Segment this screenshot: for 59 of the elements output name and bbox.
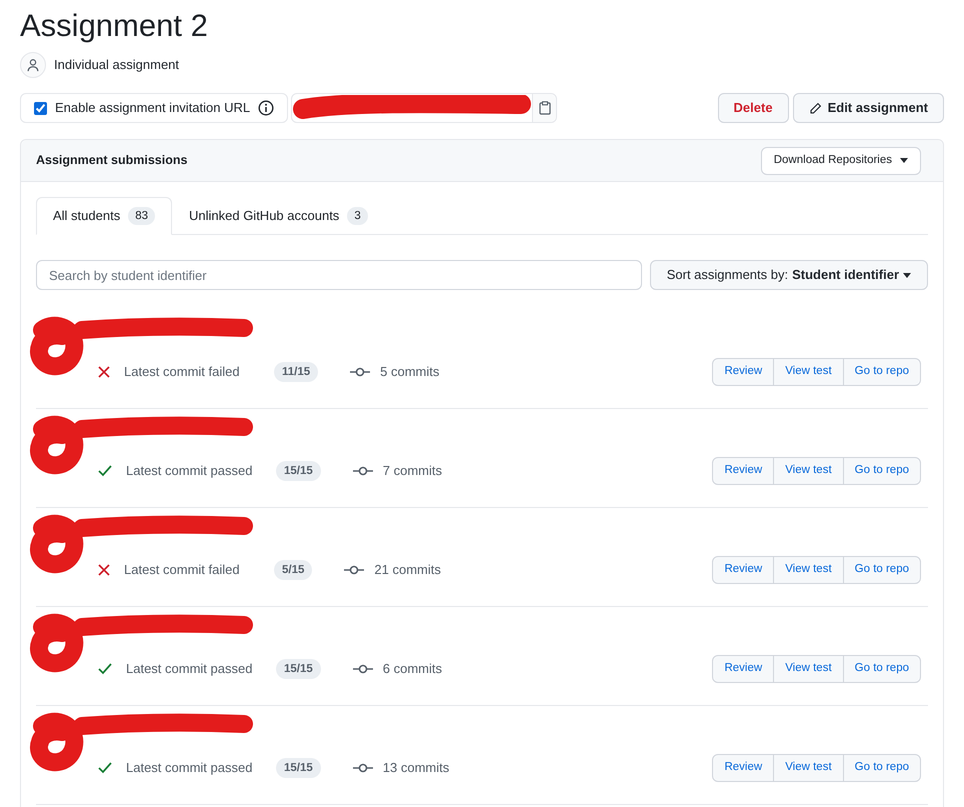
row-action-button[interactable]: Go to repo <box>842 755 920 781</box>
tab[interactable]: All students 83 <box>36 197 172 235</box>
info-icon[interactable] <box>258 100 274 116</box>
commit-status: Latest commit passed <box>126 660 254 678</box>
score-badge: 15/15 <box>276 461 321 481</box>
caret-icon <box>903 272 911 278</box>
score-badge: 15/15 <box>276 659 321 679</box>
row-action-button[interactable]: Review <box>713 755 774 781</box>
commit-status: Latest commit passed <box>126 759 254 778</box>
row-action-button[interactable]: Go to repo <box>842 359 920 385</box>
commit-status: Latest commit passed <box>126 462 254 480</box>
row-action-button[interactable]: View test <box>773 755 843 781</box>
commit-icon <box>352 664 373 674</box>
row-action-button[interactable]: View test <box>773 656 843 682</box>
tab-label: Unlinked GitHub accounts <box>189 207 340 226</box>
assignment-type: Individual assignment <box>54 56 180 74</box>
commit-count: 13 commits <box>382 759 450 778</box>
caret-icon <box>900 158 908 163</box>
score-badge: 15/15 <box>276 758 321 778</box>
row-action-button[interactable]: Go to repo <box>842 656 920 682</box>
tab[interactable]: Unlinked GitHub accounts 3 <box>172 197 385 235</box>
score-badge: 5/15 <box>274 560 312 580</box>
panel-title: Assignment submissions <box>36 152 188 170</box>
commit-count: 6 commits <box>382 660 442 678</box>
row-action-button[interactable]: Review <box>713 458 774 484</box>
pencil-icon <box>808 102 822 114</box>
commit-icon <box>344 565 364 575</box>
row-action-button[interactable]: View test <box>773 458 843 484</box>
delete-button[interactable]: Delete <box>718 93 789 123</box>
edit-button[interactable]: Edit assignment <box>792 93 944 123</box>
sort-button[interactable]: Sort assignments by: Student identifier <box>650 260 928 290</box>
row-action-button[interactable]: Review <box>713 557 774 583</box>
invitation-checkbox[interactable] <box>34 102 47 114</box>
page-title: Assignment 2 <box>20 8 209 44</box>
commit-icon <box>350 367 370 377</box>
count-badge: 3 <box>347 207 368 225</box>
url-field[interactable] <box>291 93 558 123</box>
commit-count: 5 commits <box>380 363 440 382</box>
row-action-button[interactable]: Review <box>713 656 774 682</box>
row-action-button[interactable]: View test <box>773 557 843 583</box>
commit-icon <box>352 763 373 773</box>
copy-button[interactable] <box>532 94 556 122</box>
commit-status: Latest commit failed <box>124 363 241 382</box>
commit-count: 7 commits <box>382 462 442 480</box>
invitation-label: Enable assignment invitation URL <box>55 99 250 118</box>
clipboard-icon <box>538 101 551 115</box>
row-action-button[interactable]: Go to repo <box>842 557 920 583</box>
row-action-button[interactable]: Go to repo <box>842 458 920 484</box>
search-field[interactable]: Search by student identifier <box>36 260 642 290</box>
count-badge: 83 <box>128 207 155 225</box>
commit-icon <box>352 466 373 476</box>
row-action-button[interactable]: Review <box>713 359 774 385</box>
score-badge: 11/15 <box>274 362 318 382</box>
commit-count: 21 commits <box>374 561 441 580</box>
commit-status: Latest commit failed <box>124 561 241 580</box>
download-button[interactable]: Download Repositories <box>760 146 921 174</box>
person-icon <box>20 52 46 78</box>
row-action-button[interactable]: View test <box>773 359 843 385</box>
tab-label: All students <box>53 207 120 226</box>
